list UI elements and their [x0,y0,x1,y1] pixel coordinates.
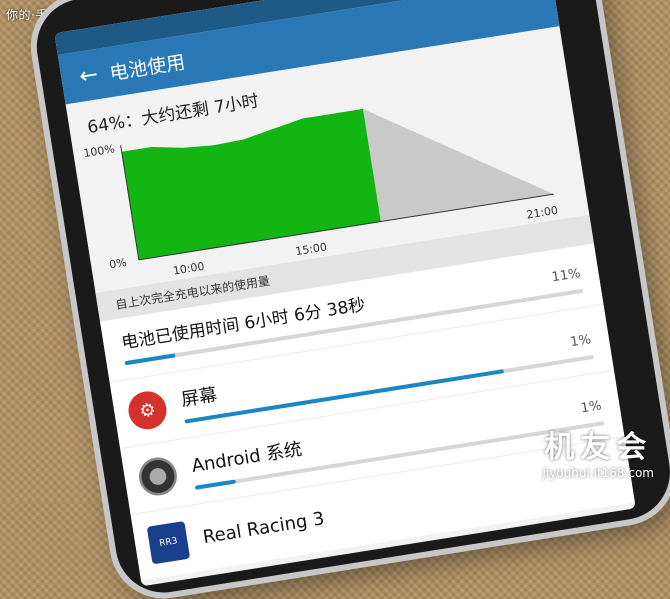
back-arrow-icon[interactable]: ← [78,62,100,90]
item-bar-fill [194,479,237,490]
screen-icon: ⚙ [125,388,170,433]
android-icon [136,454,180,499]
watermark-url: jiyouhui.it168.com [542,466,654,480]
item-name: Real Racing 3 [201,507,326,548]
x-label-2: 15:00 [294,240,327,258]
game-icon: RR3 [146,520,191,565]
item-percent: 1% [569,332,593,351]
item-name: 屏幕 [179,384,219,411]
usage-total-percent: 11% [550,266,582,286]
page-title: 电池使用 [108,50,187,85]
x-label-3: 21:00 [526,204,559,222]
y-label-top: 100% [83,142,116,160]
actual-area [121,108,381,260]
usage-total-bar-fill [124,353,176,366]
screen: ← 电池使用 64%：大约还剩 7小时 100% 0% 10:00 15:00 … [54,0,636,587]
y-label-bottom: 0% [108,256,127,272]
x-label-1: 10:00 [172,260,205,278]
phone: ← 电池使用 64%：大约还剩 7小时 100% 0% 10:00 15:00 … [29,0,670,599]
bottom-watermark: 机友会 jiyouhui.it168.com [543,422,654,480]
item-percent: 1% [579,398,603,417]
forecast-area [362,108,554,222]
watermark-logo: 机友会 [544,430,653,465]
